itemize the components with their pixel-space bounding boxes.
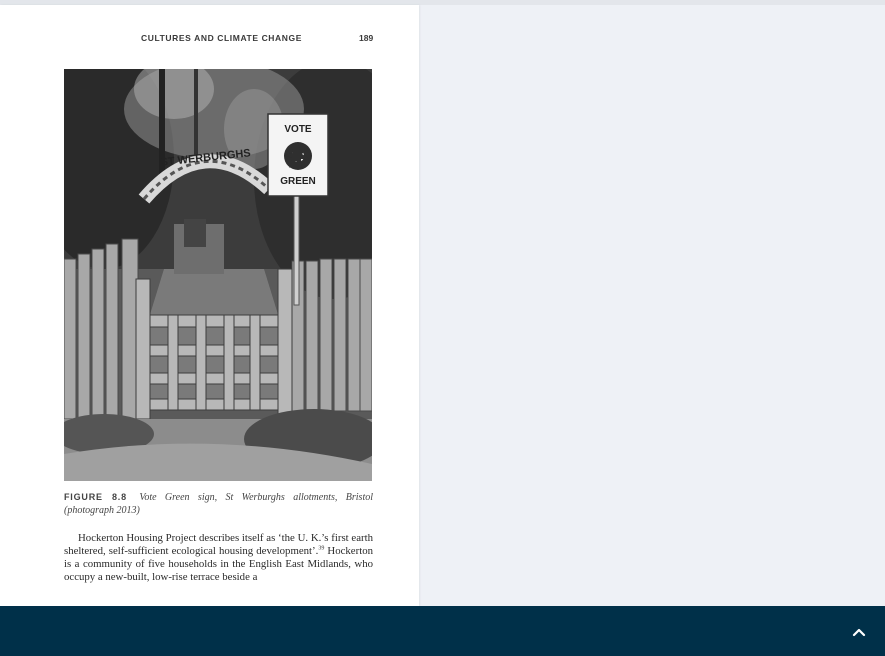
- figure-caption: FIGURE 8.8 Vote Green sign, St Werburghs…: [64, 491, 373, 517]
- page-number: 189: [359, 33, 374, 43]
- figure-label: FIGURE 8.8: [64, 492, 127, 502]
- chevron-up-icon: [852, 628, 866, 637]
- body-text: Hockerton Housing Project describes itse…: [64, 532, 373, 584]
- figure-photograph: ST WERBURGHS VOTE GREEN: [64, 69, 372, 481]
- document-viewer[interactable]: CULTURES AND CLIMATE CHANGE 189 ST WERBU…: [0, 5, 885, 606]
- paragraph: Hockerton Housing Project describes itse…: [64, 532, 373, 584]
- bottom-toolbar: [0, 606, 885, 656]
- scroll-to-top-button[interactable]: [847, 620, 871, 644]
- book-page: CULTURES AND CLIMATE CHANGE 189 ST WERBU…: [0, 5, 419, 606]
- sign-green-text: GREEN: [280, 176, 316, 187]
- running-head: CULTURES AND CLIMATE CHANGE: [141, 33, 303, 43]
- sign-vote-text: VOTE: [284, 124, 312, 135]
